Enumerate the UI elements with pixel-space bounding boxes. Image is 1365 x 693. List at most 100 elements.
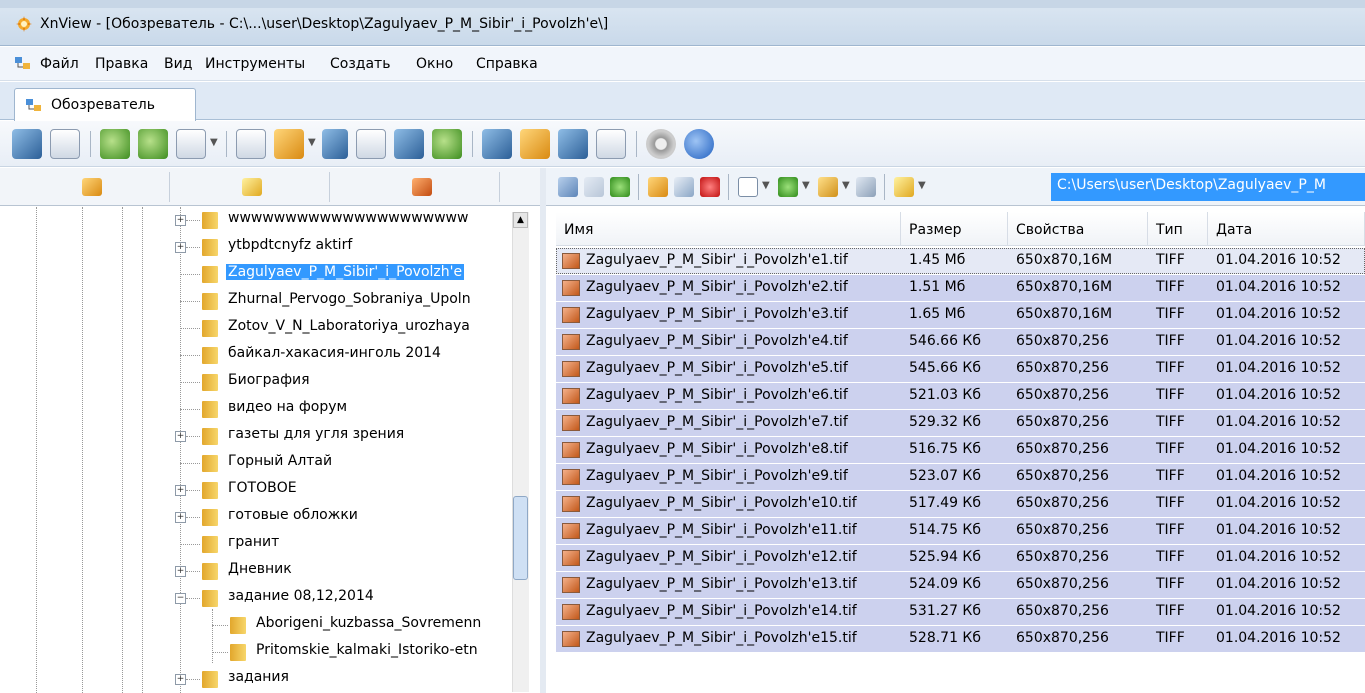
view-mode-dropdown-icon[interactable]: ▼ [762,180,770,191]
filmstrip-icon[interactable] [394,129,424,159]
table-row[interactable]: Zagulyaev_P_M_Sibir'_i_Povolzh'e5.tif 545… [556,356,1365,382]
table-row[interactable]: Zagulyaev_P_M_Sibir'_i_Povolzh'e6.tif 521… [556,383,1365,409]
rotate-left-icon[interactable] [100,129,130,159]
slideshow-icon[interactable] [432,129,462,159]
menu-help[interactable]: Справка [476,56,538,72]
table-row[interactable]: Zagulyaev_P_M_Sibir'_i_Povolzh'e10.tif 51… [556,491,1365,517]
tree-node[interactable]: + ГОТОВОЕ [0,477,540,504]
scroll-up-icon[interactable]: ▲ [513,212,528,228]
table-row[interactable]: Zagulyaev_P_M_Sibir'_i_Povolzh'e9.tif 523… [556,464,1365,490]
app-icon[interactable] [14,14,34,34]
tree-node[interactable]: + wwwwwwwwwwwwwwwwwwwww [0,207,540,234]
print-icon[interactable] [356,129,386,159]
app-menu-icon[interactable] [14,55,32,73]
menu-view[interactable]: Вид [164,56,192,72]
table-row[interactable]: Zagulyaev_P_M_Sibir'_i_Povolzh'e2.tif 1.5… [556,275,1365,301]
tree-node[interactable]: гранит [0,531,540,558]
tree-node[interactable]: − задание 08,12,2014 [0,585,540,612]
export-icon[interactable] [274,129,304,159]
tree-node[interactable]: Zhurnal_Pervogo_Sobraniya_Upoln [0,288,540,315]
tif-file-icon [562,523,580,539]
menu-file[interactable]: Файл [40,56,79,72]
tree-node[interactable]: Zotov_V_N_Laboratoriya_urozhaya [0,315,540,342]
path-input[interactable]: C:\Users\user\Desktop\Zagulyaev_P_M [1051,173,1365,201]
find-icon[interactable] [322,129,348,159]
sort-dropdown-icon[interactable]: ▼ [802,180,810,191]
rotate-right-icon[interactable] [138,129,168,159]
tree-node[interactable]: Горный Алтай [0,450,540,477]
delete-icon[interactable] [700,177,720,197]
table-row[interactable]: Zagulyaev_P_M_Sibir'_i_Povolzh'e7.tif 529… [556,410,1365,436]
camera-icon[interactable] [482,129,512,159]
view-mode-icon[interactable] [738,177,758,197]
sort-icon[interactable] [778,177,798,197]
favorites-dropdown-icon[interactable]: ▼ [918,180,926,191]
tree-node[interactable]: + задания [0,666,540,693]
expand-icon[interactable]: + [175,485,186,496]
table-row[interactable]: Zagulyaev_P_M_Sibir'_i_Povolzh'e1.tif 1.4… [556,248,1365,274]
tab-categories[interactable] [350,172,500,202]
back-icon[interactable] [558,177,578,197]
cell-size: 1.45 Мб [909,252,966,268]
tree-node[interactable]: Aborigeni_kuzbassa_Sovremenn [0,612,540,639]
tree-node-selected[interactable]: Zagulyaev_P_M_Sibir'_i_Povolzh'e [0,261,540,288]
tree-scrollbar-thumb[interactable] [513,496,528,580]
tree-node[interactable]: + ytbpdtcnyfz aktirf [0,234,540,261]
column-header-name[interactable]: Имя [556,212,901,246]
filter-icon[interactable] [818,177,838,197]
about-icon[interactable] [684,129,714,159]
favorites-icon[interactable] [894,177,914,197]
table-row[interactable]: Zagulyaev_P_M_Sibir'_i_Povolzh'e12.tif 52… [556,545,1365,571]
scan-dropdown-icon[interactable]: ▼ [210,137,218,148]
tree-node[interactable]: байкал-хакасия-инголь 2014 [0,342,540,369]
tree-node[interactable]: Биография [0,369,540,396]
tree-node[interactable]: Pritomskie_kalmaki_Istoriko-etn [0,639,540,666]
web-icon[interactable] [558,129,588,159]
table-row[interactable]: Zagulyaev_P_M_Sibir'_i_Povolzh'e15.tif 52… [556,626,1365,652]
export-dropdown-icon[interactable]: ▼ [308,137,316,148]
expand-icon[interactable]: + [175,242,186,253]
cell-name: Zagulyaev_P_M_Sibir'_i_Povolzh'e4.tif [586,333,848,349]
info-panel-icon[interactable] [596,129,626,159]
table-row[interactable]: Zagulyaev_P_M_Sibir'_i_Povolzh'e13.tif 52… [556,572,1365,598]
tab-favorites[interactable] [180,172,330,202]
fullscreen-icon[interactable] [12,129,42,159]
up-icon[interactable] [610,177,630,197]
column-header-properties[interactable]: Свойства [1008,212,1148,246]
tree-node[interactable]: + Дневник [0,558,540,585]
rename-icon[interactable] [674,177,694,197]
menu-tools[interactable]: Инструменты [205,56,305,72]
table-row[interactable]: Zagulyaev_P_M_Sibir'_i_Povolzh'e3.tif 1.6… [556,302,1365,328]
tab-browser[interactable]: Обозреватель [14,88,196,121]
menu-create[interactable]: Создать [330,56,390,72]
tree-node[interactable]: + готовые обложки [0,504,540,531]
table-row[interactable]: Zagulyaev_P_M_Sibir'_i_Povolzh'e11.tif 51… [556,518,1365,544]
table-row[interactable]: Zagulyaev_P_M_Sibir'_i_Povolzh'e14.tif 53… [556,599,1365,625]
new-folder-icon[interactable] [648,177,668,197]
forward-icon[interactable] [584,177,604,197]
table-row[interactable]: Zagulyaev_P_M_Sibir'_i_Povolzh'e4.tif 546… [556,329,1365,355]
scan-icon[interactable] [176,129,206,159]
collapse-icon[interactable]: − [175,593,186,604]
tab-folders[interactable] [20,172,170,202]
menu-edit[interactable]: Правка [95,56,148,72]
column-header-size[interactable]: Размер [901,212,1008,246]
tree-node[interactable]: + газеты для угля зрения [0,423,540,450]
open-icon[interactable] [236,129,266,159]
wallpaper-icon[interactable] [520,129,550,159]
expand-icon[interactable]: + [175,566,186,577]
expand-icon[interactable]: + [175,512,186,523]
expand-icon[interactable]: + [175,674,186,685]
column-header-type[interactable]: Тип [1148,212,1208,246]
refresh-icon[interactable] [856,177,876,197]
filter-dropdown-icon[interactable]: ▼ [842,180,850,191]
fit-icon[interactable] [50,129,80,159]
expand-icon[interactable]: + [175,431,186,442]
table-row[interactable]: Zagulyaev_P_M_Sibir'_i_Povolzh'e8.tif 516… [556,437,1365,463]
expand-icon[interactable]: + [175,215,186,226]
tree-node[interactable]: видео на форум [0,396,540,423]
settings-icon[interactable] [646,129,676,159]
menu-window[interactable]: Окно [416,56,453,72]
tree-scrollbar[interactable] [512,212,529,692]
column-header-date[interactable]: Дата [1208,212,1365,246]
